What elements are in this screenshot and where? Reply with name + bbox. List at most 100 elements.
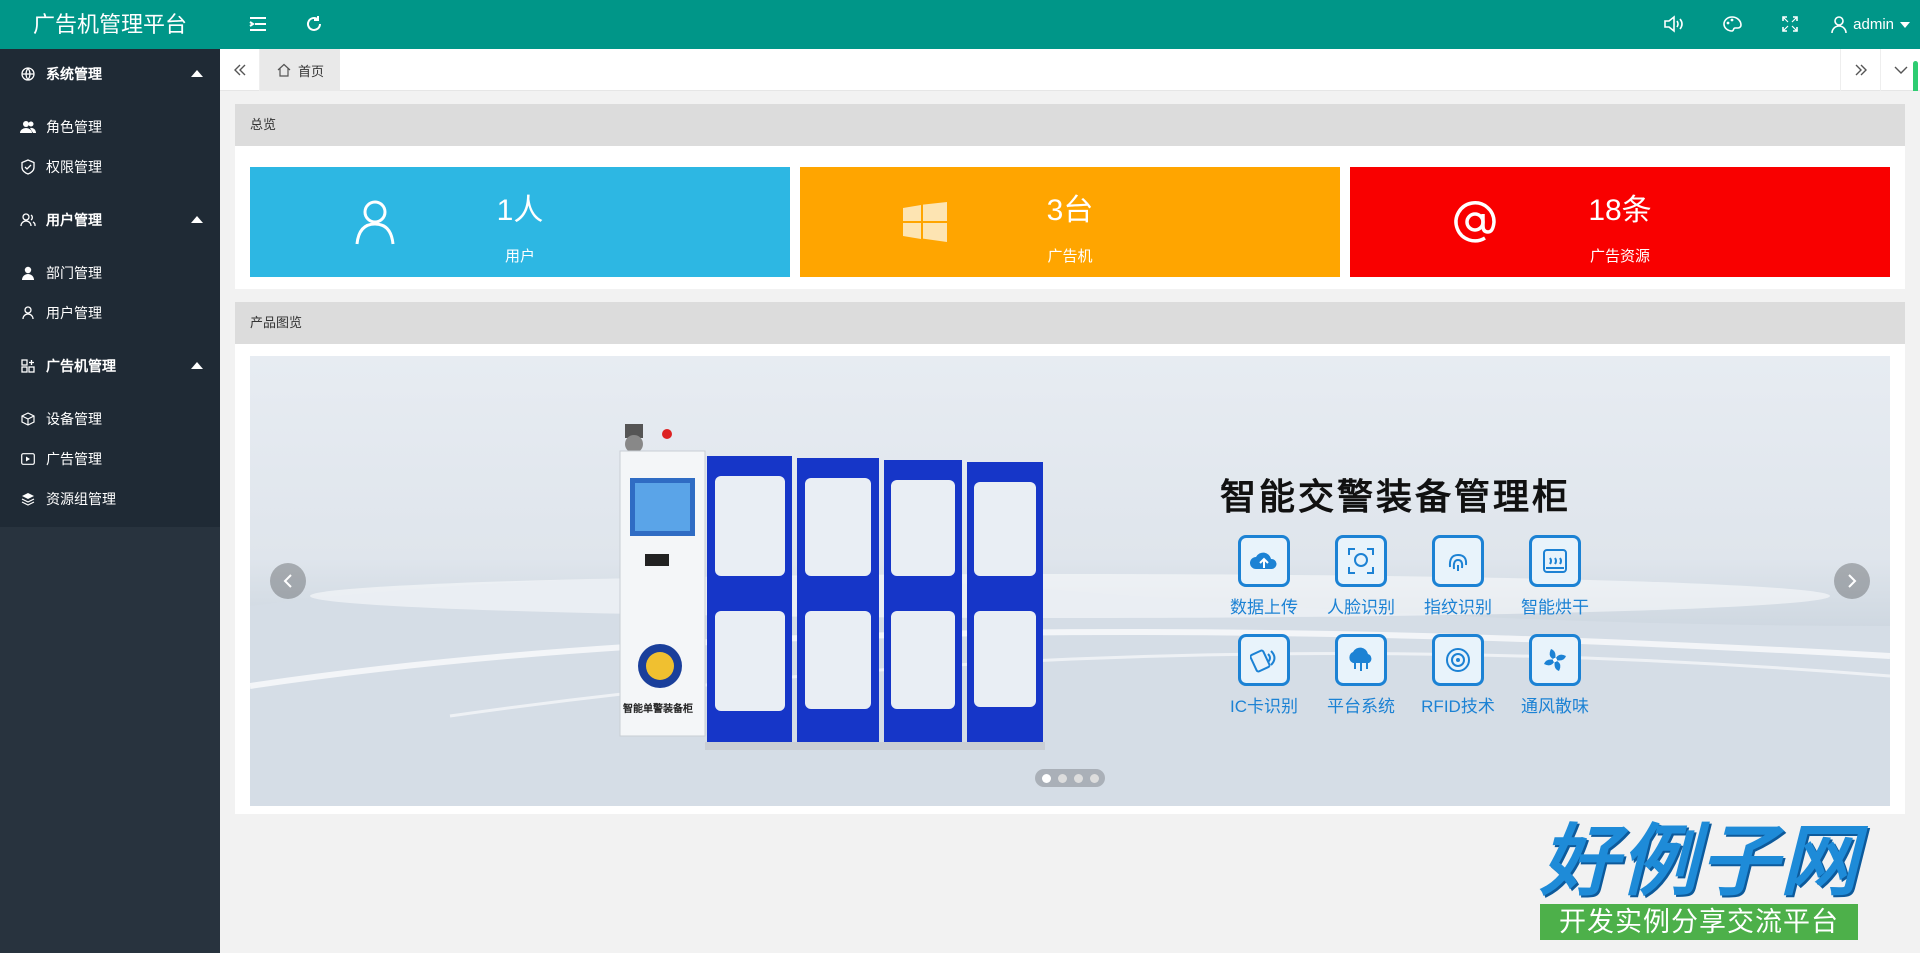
- users-label: 用户: [504, 248, 535, 265]
- feature-fingerprint: 指纹识别: [1410, 535, 1506, 618]
- feature-label: 通风散味: [1521, 697, 1589, 716]
- cabinet-doors: [705, 456, 1045, 750]
- user-solid-icon: [20, 265, 36, 281]
- sidebar-item-roles[interactable]: 角色管理: [0, 107, 220, 147]
- banner-title: 智能交警装备管理柜: [1220, 476, 1572, 517]
- caret-up-icon: [191, 70, 203, 77]
- users-card[interactable]: 1人 用户: [250, 167, 790, 277]
- sidebar-item-ads[interactable]: 广告管理: [0, 439, 220, 479]
- feature-label: 平台系统: [1327, 697, 1395, 716]
- sidebar-group-ad-machines[interactable]: 广告机管理: [0, 341, 220, 391]
- product-carousel[interactable]: 智能单警装备柜 智能交警装备管理柜 数据上传 人脸识别 指纹识别 智能烘干 IC…: [250, 356, 1890, 806]
- fullscreen-icon[interactable]: [1778, 12, 1802, 36]
- tab-home-label: 首页: [298, 63, 325, 79]
- feature-smart-drying: 智能烘干: [1507, 535, 1603, 618]
- feature-face-recognition: 人脸识别: [1313, 535, 1409, 618]
- sidebar-item-label: 设备管理: [46, 411, 102, 427]
- feature-data-upload: 数据上传: [1216, 535, 1312, 618]
- rfid-icon: [1432, 634, 1484, 686]
- sidebar-group-label: 用户管理: [46, 212, 102, 228]
- app-title: 广告机管理平台: [32, 12, 187, 37]
- user-name: admin: [1853, 16, 1894, 33]
- feature-label: 数据上传: [1230, 598, 1298, 617]
- cloud-network-icon: [1335, 634, 1387, 686]
- sidebar-group-label: 广告机管理: [46, 358, 116, 374]
- sidebar-item-label: 资源组管理: [46, 491, 116, 507]
- resources-label: 广告资源: [1589, 248, 1650, 265]
- sidebar-item-label: 用户管理: [46, 305, 102, 321]
- carousel-dot[interactable]: [1041, 773, 1051, 783]
- sidebar-group-system[interactable]: 系统管理: [0, 49, 220, 99]
- watermark-brand: 好例子网: [1540, 817, 1861, 905]
- heater-icon: [1529, 535, 1581, 587]
- machines-card[interactable]: 3台 广告机: [800, 167, 1340, 277]
- sidebar-item-label: 角色管理: [46, 119, 102, 135]
- caret-down-icon: [1900, 21, 1910, 28]
- sidebar-item-departments[interactable]: 部门管理: [0, 253, 220, 293]
- menu-toggle-icon[interactable]: [246, 12, 270, 36]
- caret-up-icon: [191, 362, 203, 369]
- sidebar-item-label: 部门管理: [46, 265, 102, 281]
- video-icon: [20, 451, 36, 467]
- user-group-icon: [20, 212, 36, 228]
- speaker-icon[interactable]: [1662, 12, 1686, 36]
- resources-count: 18条: [1588, 194, 1652, 227]
- feature-label: 智能烘干: [1521, 598, 1589, 617]
- carousel-indicators: [1035, 769, 1105, 787]
- feature-label: 人脸识别: [1327, 598, 1395, 617]
- ic-card-icon: [1238, 634, 1290, 686]
- users-icon: [20, 119, 36, 135]
- machines-label: 广告机: [1047, 248, 1093, 265]
- sidebar-item-devices[interactable]: 设备管理: [0, 399, 220, 439]
- apps-plus-icon: [20, 358, 36, 374]
- fingerprint-icon: [1432, 535, 1484, 587]
- carousel-prev-icon[interactable]: [270, 563, 306, 599]
- sidebar-item-permissions[interactable]: 权限管理: [0, 147, 220, 187]
- sidebar: 系统管理 角色管理 权限管理 用户管理 部门管理 用户管理 广告机管理 设备管理…: [0, 49, 220, 953]
- sidebar-item-users[interactable]: 用户管理: [0, 293, 220, 333]
- feature-ventilation: 通风散味: [1507, 634, 1603, 717]
- carousel-dot[interactable]: [1057, 773, 1067, 783]
- feature-label: 指纹识别: [1424, 598, 1492, 617]
- machines-count: 3台: [1046, 194, 1094, 227]
- refresh-icon[interactable]: [302, 12, 326, 36]
- theme-palette-icon[interactable]: [1720, 12, 1744, 36]
- overview-cards: 1人 用户 3台 广告机 18条 广告资源: [250, 167, 1890, 277]
- top-bar: 广告机管理平台 admin: [0, 0, 1920, 49]
- sidebar-group-users[interactable]: 用户管理: [0, 195, 220, 245]
- user-menu[interactable]: admin: [1831, 0, 1916, 49]
- globe-icon: [20, 66, 36, 82]
- caret-up-icon: [191, 216, 203, 223]
- sidebar-group-items: 角色管理 权限管理: [0, 99, 220, 195]
- face-scan-icon: [1335, 535, 1387, 587]
- user-outline-icon: [1831, 15, 1847, 33]
- overview-title: 总览: [235, 104, 1905, 146]
- cube-icon: [20, 411, 36, 427]
- cloud-upload-icon: [1238, 535, 1290, 587]
- sidebar-group-items: 部门管理 用户管理: [0, 245, 220, 341]
- watermark-tagline: 开发实例分享交流平台: [1540, 904, 1858, 940]
- feature-label: RFID技术: [1421, 697, 1495, 716]
- sidebar-group-items: 设备管理 广告管理 资源组管理: [0, 391, 220, 527]
- feature-platform-system: 平台系统: [1313, 634, 1409, 717]
- tab-home[interactable]: 首页: [260, 49, 341, 91]
- feature-ic-card: IC卡识别: [1216, 634, 1312, 717]
- fan-icon: [1529, 634, 1581, 686]
- tab-scroll-left-icon[interactable]: [220, 49, 260, 91]
- tab-scroll-right-icon[interactable]: [1840, 49, 1880, 91]
- tab-bar: 首页: [220, 49, 1920, 101]
- user-outline-icon: [20, 305, 36, 321]
- users-count: 1人: [496, 194, 544, 227]
- watermark-logo: 好例子网 开发实例分享交流平台: [1540, 818, 1860, 940]
- cabinet-caption: 智能单警装备柜: [623, 704, 693, 715]
- sidebar-group-label: 系统管理: [46, 66, 102, 82]
- carousel-dot[interactable]: [1089, 773, 1099, 783]
- sidebar-item-label: 权限管理: [46, 159, 102, 175]
- carousel-dot[interactable]: [1073, 773, 1083, 783]
- feature-label: IC卡识别: [1230, 697, 1298, 716]
- carousel-next-icon[interactable]: [1834, 563, 1870, 599]
- resources-card[interactable]: 18条 广告资源: [1350, 167, 1890, 277]
- sidebar-item-resource-groups[interactable]: 资源组管理: [0, 479, 220, 519]
- home-icon: [276, 62, 292, 78]
- sidebar-item-label: 广告管理: [46, 451, 102, 467]
